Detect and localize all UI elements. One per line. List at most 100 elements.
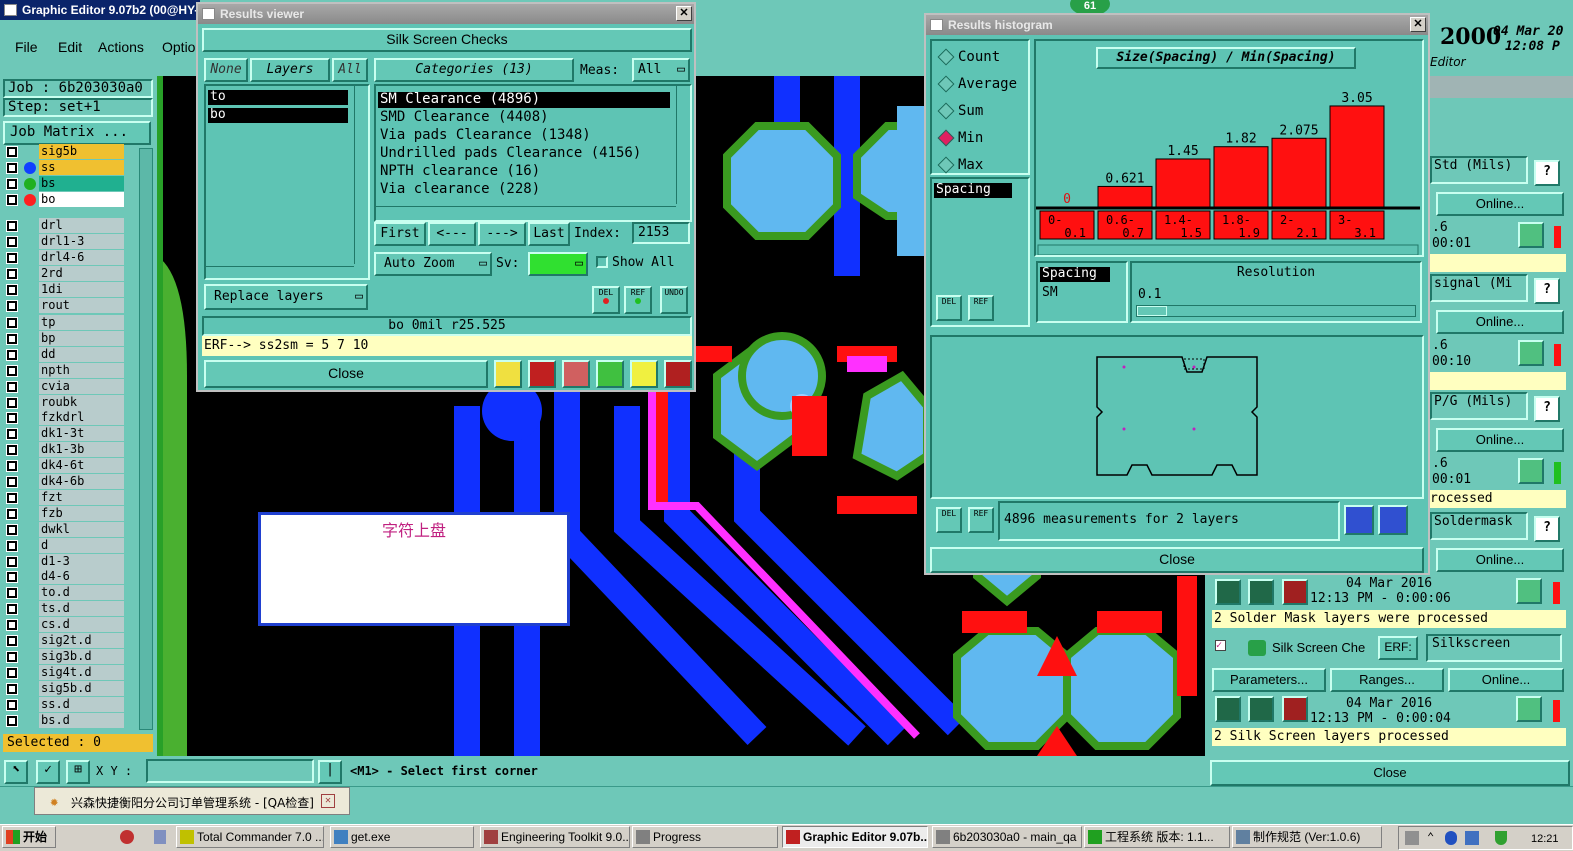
rv-cat-hscroll[interactable] — [376, 206, 676, 218]
menu-edit[interactable]: Edit — [58, 39, 82, 55]
layer-checkbox[interactable] — [6, 603, 18, 616]
check-row-help-button[interactable]: ? — [1534, 396, 1560, 422]
tool-grid-icon[interactable]: ⊞ — [66, 760, 90, 784]
ranges-button[interactable]: Ranges... — [1330, 668, 1444, 692]
rv-layers-button[interactable]: Layers — [250, 58, 330, 82]
taskbar-item[interactable]: 工程系统 版本: 1.1... — [1084, 826, 1230, 848]
check-row-label[interactable]: signal (Mi — [1430, 274, 1528, 302]
rv-histogram-icon[interactable] — [664, 360, 692, 388]
hist-export1-icon[interactable] — [1344, 505, 1374, 535]
layer-row[interactable]: dk4-6b — [6, 474, 124, 490]
radio-icon[interactable] — [937, 129, 955, 147]
tray-icon-4[interactable] — [1465, 831, 1479, 845]
layer-row[interactable]: sig3b.d — [6, 648, 124, 665]
job-matrix-button[interactable]: Job Matrix ... — [3, 121, 151, 145]
taskbar-item[interactable]: Progress — [632, 826, 778, 848]
sm-zoom-icon[interactable] — [1516, 578, 1542, 604]
menu-actions[interactable]: Actions — [98, 39, 144, 55]
layer-row[interactable]: d4-6 — [6, 569, 124, 585]
tool-cursor-icon[interactable]: | — [318, 760, 342, 784]
taskbar-item[interactable]: 6b203030a0 - main_qa — [932, 826, 1082, 848]
rv-none-button[interactable]: None — [204, 58, 248, 82]
sm-run-icon[interactable] — [1215, 579, 1241, 605]
rv-category-item[interactable]: Via pads Clearance (1348) — [378, 128, 670, 144]
layer-row[interactable]: 2rd — [6, 266, 124, 282]
layer-checkbox[interactable] — [6, 539, 18, 552]
radio-icon[interactable] — [937, 156, 955, 174]
rv-categories-button[interactable]: Categories (13) — [374, 58, 574, 82]
rv-sv-select[interactable]: ▭ — [528, 252, 588, 276]
rv-category-list[interactable]: SM Clearance (4896) SMD Clearance (4408) V… — [374, 84, 692, 222]
layer-row[interactable]: fzt — [6, 489, 124, 506]
hist-layer-list[interactable]: Spacing SM — [1036, 261, 1128, 323]
rv-category-item[interactable]: SM Clearance (4896) — [378, 92, 670, 108]
layer-row[interactable]: tp — [6, 315, 124, 331]
rv-tool1-icon[interactable] — [494, 360, 522, 388]
quicklaunch-icon-2[interactable] — [154, 830, 166, 844]
layer-checkbox[interactable] — [6, 220, 18, 232]
layer-row[interactable]: to.d — [6, 585, 124, 601]
rv-meas-select[interactable]: All ▭ — [632, 58, 690, 82]
layer-row[interactable]: cs.d — [6, 617, 124, 633]
check-row-label[interactable]: Std (Mils) — [1430, 156, 1528, 184]
check-row-help-button[interactable]: ? — [1534, 516, 1560, 542]
rv-last-button[interactable]: Last — [528, 222, 570, 246]
hist-mode-average[interactable]: Average — [934, 74, 1026, 94]
layer-checkbox[interactable] — [6, 666, 18, 679]
layer-checkbox[interactable] — [6, 523, 18, 536]
layer-checkbox[interactable] — [6, 491, 18, 504]
hist-ref2-icon[interactable]: REF — [968, 507, 994, 533]
rv-layer-to[interactable]: to — [208, 90, 348, 105]
layer-row[interactable]: fzb — [6, 505, 124, 522]
layer-row[interactable]: d1-3 — [6, 553, 124, 570]
rv-category-item[interactable]: Undrilled pads Clearance (4156) — [378, 146, 670, 162]
hist-spacing-item[interactable]: Spacing — [934, 183, 1012, 198]
taskbar-item[interactable]: Engineering Toolkit 9.0... — [480, 826, 630, 848]
coord-input[interactable] — [146, 759, 314, 783]
taskbar-item[interactable]: 制作规范 (Ver:1.0.6) — [1232, 826, 1382, 848]
layer-checkbox[interactable] — [6, 146, 18, 158]
rv-layer-vscroll[interactable] — [354, 86, 366, 264]
hist-mode-sum[interactable]: Sum — [934, 101, 1026, 121]
layer-checkbox[interactable] — [6, 268, 18, 280]
hist-del2-icon[interactable]: DEL — [936, 507, 962, 533]
layer-row[interactable]: drl — [6, 218, 124, 234]
rv-showall-checkbox[interactable] — [596, 256, 608, 268]
layer-row[interactable]: bp — [6, 330, 124, 347]
layer-checkbox[interactable] — [6, 162, 18, 174]
layer-checkbox[interactable] — [6, 364, 18, 377]
ss-run3-icon[interactable] — [1282, 696, 1308, 722]
rv-replace-layers-select[interactable]: Replace layers ▭ — [204, 284, 368, 310]
layer-checkbox[interactable] — [6, 252, 18, 264]
layer-row[interactable]: bs — [6, 176, 124, 192]
start-button[interactable]: 开始 — [2, 826, 56, 848]
menu-options[interactable]: Optio — [162, 39, 195, 55]
check-row-help-button[interactable]: ? — [1534, 160, 1560, 186]
rv-category-item[interactable]: SMD Clearance (4408) — [378, 110, 670, 126]
layer-checkbox[interactable] — [6, 571, 18, 584]
sm-run2-icon[interactable] — [1248, 579, 1274, 605]
layer-checkbox[interactable] — [6, 619, 18, 632]
layer-checkbox[interactable] — [6, 332, 18, 345]
check-row-help-button[interactable]: ? — [1534, 278, 1560, 304]
layer-row[interactable]: dk1-3b — [6, 442, 124, 458]
layer-row[interactable]: cvia — [6, 378, 124, 395]
sm-run3-icon[interactable] — [1282, 579, 1308, 605]
layer-row[interactable]: dk4-6t — [6, 458, 124, 474]
popup-notification[interactable]: ✹ 兴森快捷衡阳分公司订单管理系统 - [QA检查] ✕ — [34, 787, 350, 815]
layer-checkbox[interactable] — [6, 476, 18, 488]
rv-category-item[interactable]: Via clearance (228) — [378, 182, 670, 198]
check-row-label[interactable]: P/G (Mils) — [1430, 392, 1528, 420]
rv-undo-icon[interactable]: UNDO — [660, 286, 688, 314]
layer-row[interactable]: drl4-6 — [6, 250, 124, 266]
taskbar-item[interactable]: get.exe — [330, 826, 474, 848]
radio-icon[interactable] — [937, 48, 955, 66]
layer-row[interactable]: ss.d — [6, 696, 124, 713]
rv-category-item[interactable]: NPTH clearance (16) — [378, 164, 670, 180]
layer-checkbox[interactable] — [6, 507, 18, 520]
check-row-zoom-icon[interactable] — [1518, 458, 1544, 484]
layer-checkbox[interactable] — [6, 650, 18, 663]
layer-row[interactable]: sig4t.d — [6, 664, 124, 681]
layer-checkbox[interactable] — [6, 396, 18, 409]
layer-checkbox[interactable] — [6, 300, 18, 312]
